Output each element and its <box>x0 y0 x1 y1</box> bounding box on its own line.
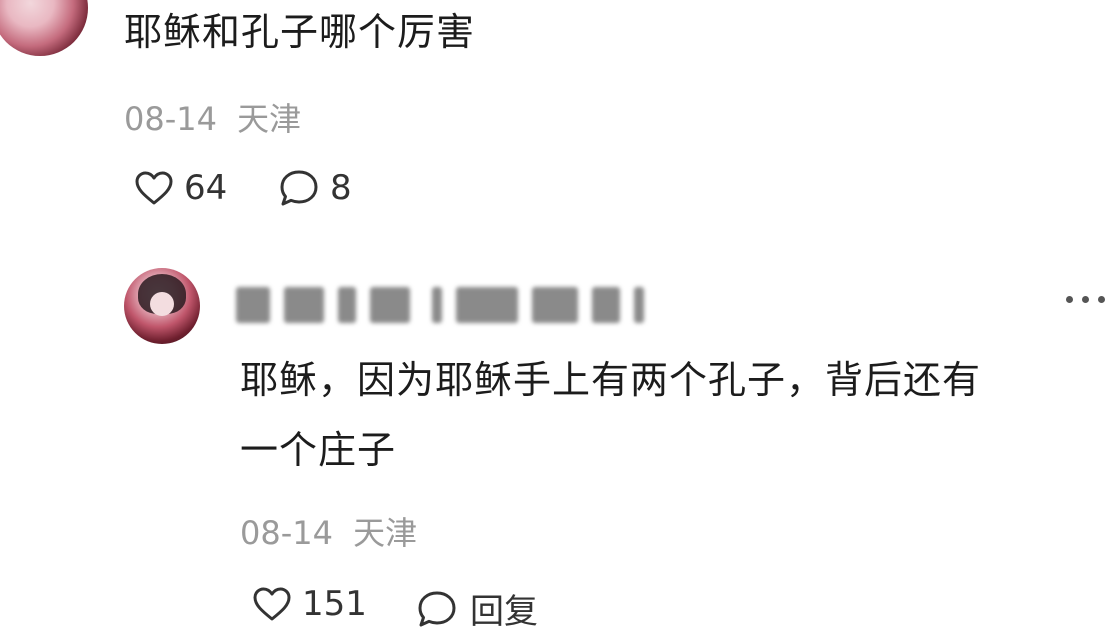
more-dots-icon[interactable] <box>1066 296 1105 303</box>
reply-date: 08-14 <box>240 514 333 552</box>
reply-text-line-2: 一个庄子 <box>240 428 397 472</box>
reply-reply-label: 回复 <box>470 592 538 632</box>
reply-text-line-1: 耶稣，因为耶稣手上有两个孔子，背后还有 <box>240 358 982 402</box>
top-comment-meta: 08-14 天津 <box>124 94 301 140</box>
avatar-face-shape <box>150 292 174 316</box>
top-comment-reply-count: 8 <box>330 168 352 208</box>
heart-outline-icon <box>252 586 292 622</box>
top-comment-avatar[interactable] <box>0 0 88 56</box>
top-comment-like-count: 64 <box>184 168 228 208</box>
heart-outline-icon <box>134 170 174 206</box>
reply-meta: 08-14 天津 <box>240 508 417 554</box>
reply-like-button[interactable]: 151 <box>252 584 367 624</box>
reply-avatar[interactable] <box>124 268 200 344</box>
reply-reply-button[interactable]: 回复 <box>416 584 538 633</box>
reply-username-blurred[interactable] <box>236 282 668 328</box>
top-comment-text: 耶稣和孔子哪个厉害 <box>124 10 476 54</box>
reply-like-count: 151 <box>302 584 367 624</box>
top-comment-date: 08-14 <box>124 100 217 138</box>
speech-bubble-icon <box>416 589 458 629</box>
speech-bubble-icon <box>278 168 320 208</box>
top-comment-location: 天津 <box>237 100 302 138</box>
top-comment-like-button[interactable]: 64 <box>134 168 227 208</box>
top-comment-reply-button[interactable]: 8 <box>278 168 352 208</box>
reply-location: 天津 <box>353 514 418 552</box>
